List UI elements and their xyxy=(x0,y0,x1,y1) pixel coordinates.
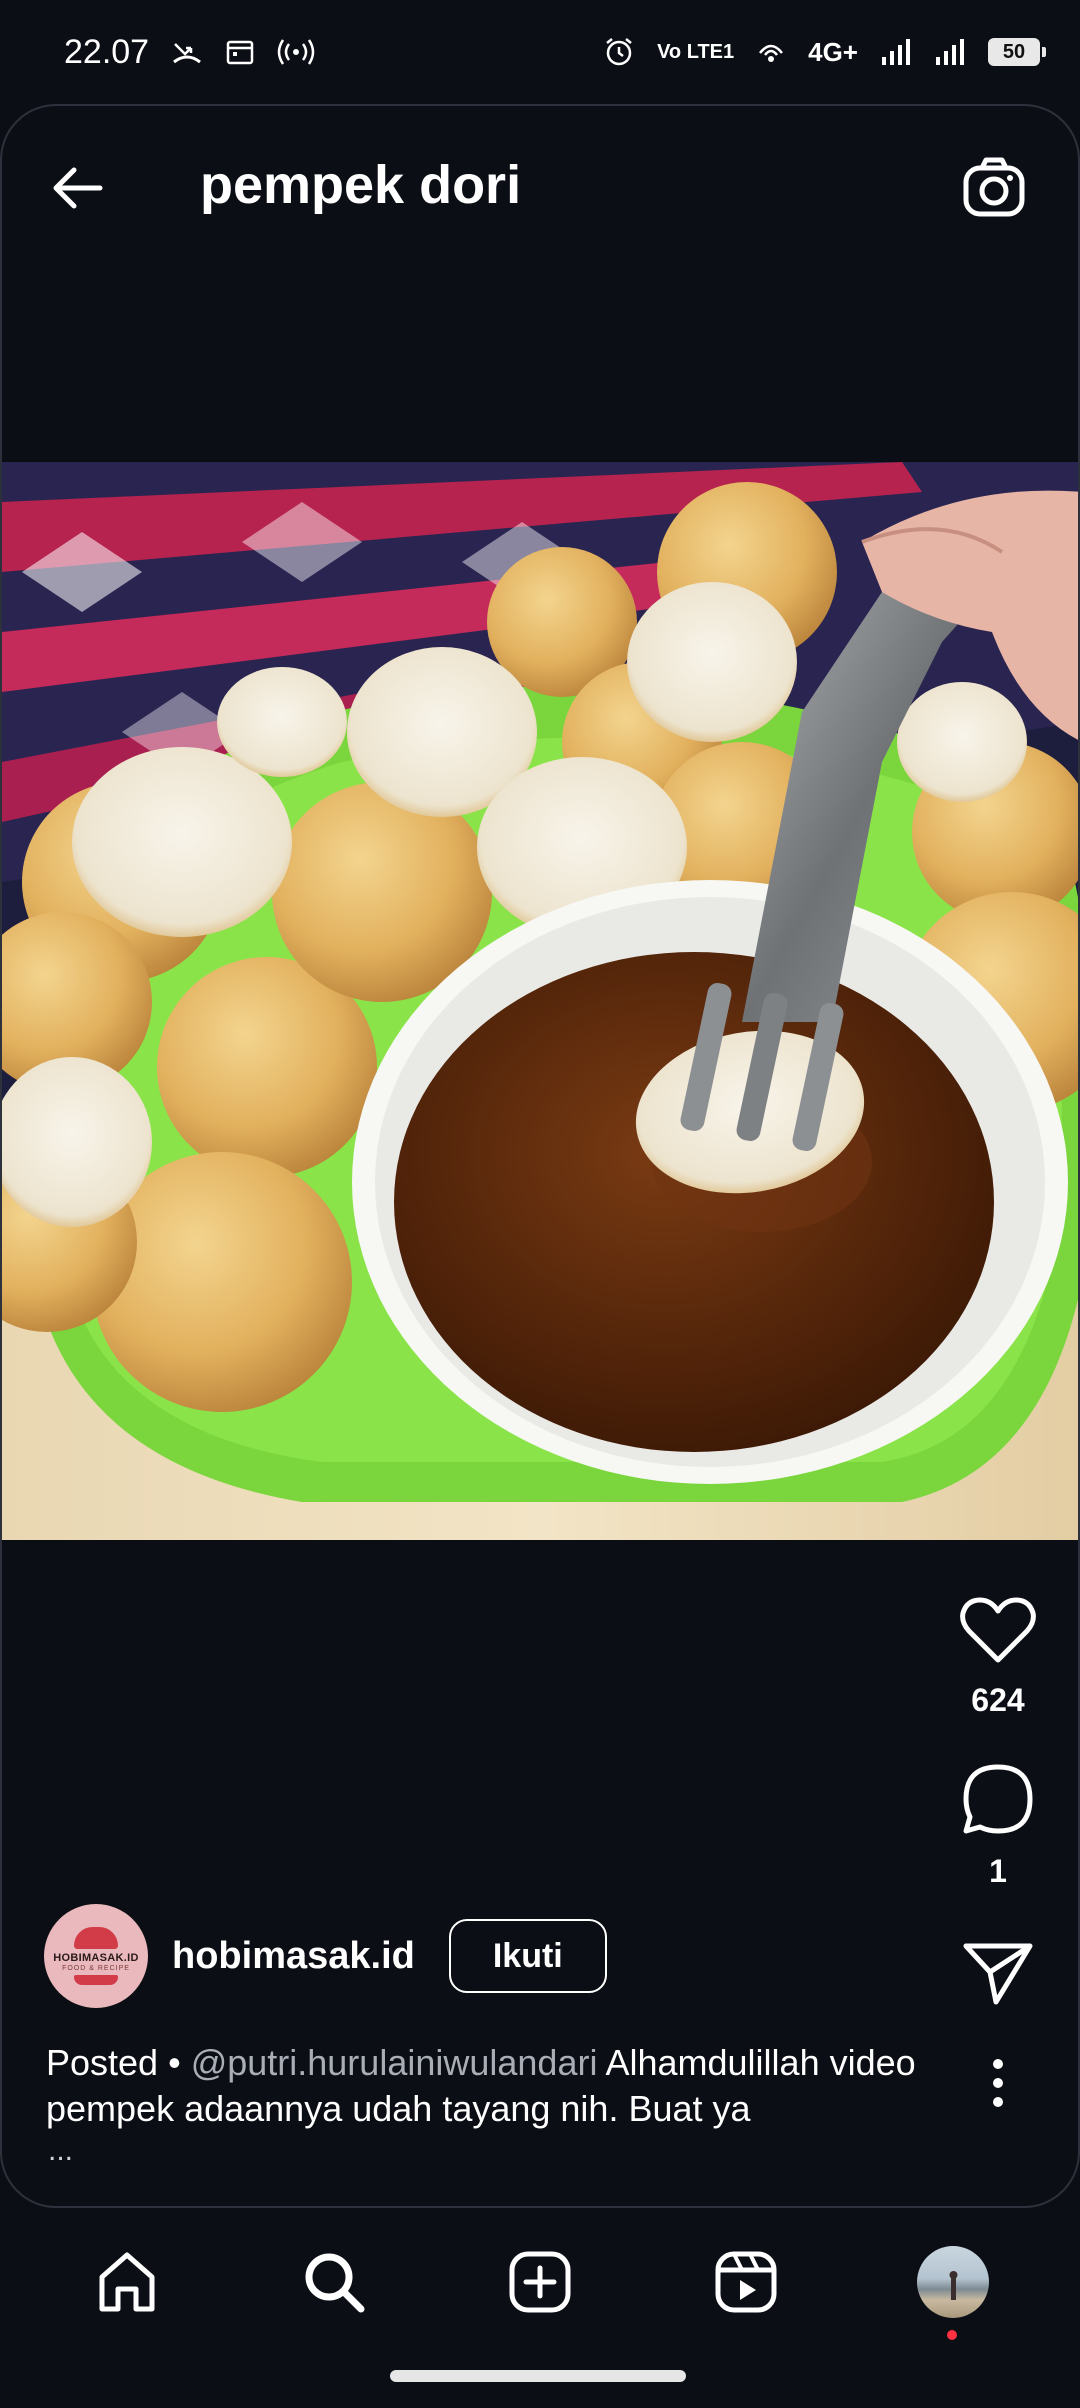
burger-logo-bottom xyxy=(74,1975,118,1985)
arrow-left-icon[interactable] xyxy=(46,156,110,220)
camera-icon[interactable] xyxy=(960,154,1028,222)
burger-logo-top xyxy=(74,1927,118,1949)
nav-create[interactable] xyxy=(490,2232,590,2332)
more-options-button[interactable] xyxy=(988,2058,1008,2108)
nav-search[interactable] xyxy=(284,2232,384,2332)
reel-actions: 624 1 xyxy=(918,1596,1078,2108)
notification-dot xyxy=(946,2330,957,2340)
nav-profile[interactable] xyxy=(903,2232,1003,2340)
follow-button[interactable]: Ikuti xyxy=(448,1919,607,1993)
reels-icon[interactable] xyxy=(714,2250,778,2314)
status-bar: 22.07 Vo LTE1 4G+ 50 xyxy=(0,0,1080,104)
comment-bubble-icon[interactable] xyxy=(960,1761,1036,1837)
bottom-nav xyxy=(0,2212,1080,2352)
network-type: 4G+ xyxy=(808,37,858,67)
author-row: HOBIMASAK.ID FOOD & RECIPE hobimasak.id … xyxy=(44,1904,607,2008)
calendar-icon xyxy=(226,40,254,65)
more-vertical-icon[interactable] xyxy=(988,2058,1008,2108)
page-title: pempek dori xyxy=(200,155,522,215)
avatar-logo-subtext: FOOD & RECIPE xyxy=(62,1965,130,1972)
battery-level: 50 xyxy=(1002,40,1026,63)
profile-photo xyxy=(949,2271,958,2300)
heart-icon[interactable] xyxy=(959,1596,1037,1666)
search-icon[interactable] xyxy=(301,2249,367,2315)
reel-card: pempek dori 624 1 HOBIMASAK.ID FOOD & RE… xyxy=(0,104,1080,2208)
home-indicator[interactable] xyxy=(390,2370,686,2382)
share-button[interactable] xyxy=(962,1938,1034,2006)
caption-more[interactable]: ... xyxy=(48,2134,73,2168)
author-username[interactable]: hobimasak.id xyxy=(172,1935,415,1978)
like-count: 624 xyxy=(971,1682,1025,1718)
status-time: 22.07 xyxy=(64,32,150,71)
alarm-icon xyxy=(606,38,632,66)
post-photo[interactable] xyxy=(2,462,1078,1540)
status-right: Vo LTE1 4G+ 50 xyxy=(603,36,1046,68)
food-image xyxy=(2,462,1078,1540)
volte-label: Vo LTE1 xyxy=(657,41,735,63)
status-left: 22.07 xyxy=(64,33,315,72)
top-bar: pempek dori xyxy=(2,106,1078,266)
caption-prefix: Posted • xyxy=(46,2042,191,2083)
missed-call-icon xyxy=(173,43,202,64)
wifi-call-icon xyxy=(759,44,784,62)
signal-1-icon xyxy=(882,39,910,65)
signal-2-icon xyxy=(936,39,964,65)
like-button[interactable]: 624 xyxy=(959,1596,1037,1719)
comment-button[interactable]: 1 xyxy=(960,1761,1036,1890)
profile-avatar[interactable] xyxy=(916,2246,989,2318)
hotspot-icon xyxy=(277,39,315,65)
add-post-icon[interactable] xyxy=(508,2250,572,2314)
author-avatar[interactable]: HOBIMASAK.ID FOOD & RECIPE xyxy=(44,1904,148,2008)
battery-indicator: 50 xyxy=(988,38,1046,66)
post-caption[interactable]: Posted • @putri.hurulainiwulandari Alham… xyxy=(46,2040,946,2132)
paper-plane-icon[interactable] xyxy=(962,1938,1034,2006)
avatar-logo-text: HOBIMASAK.ID xyxy=(53,1952,139,1964)
home-icon[interactable] xyxy=(94,2249,160,2315)
caption-mention[interactable]: @putri.hurulainiwulandari xyxy=(191,2042,598,2083)
comment-count: 1 xyxy=(989,1853,1007,1889)
nav-reels[interactable] xyxy=(696,2232,796,2332)
nav-home[interactable] xyxy=(77,2232,177,2332)
